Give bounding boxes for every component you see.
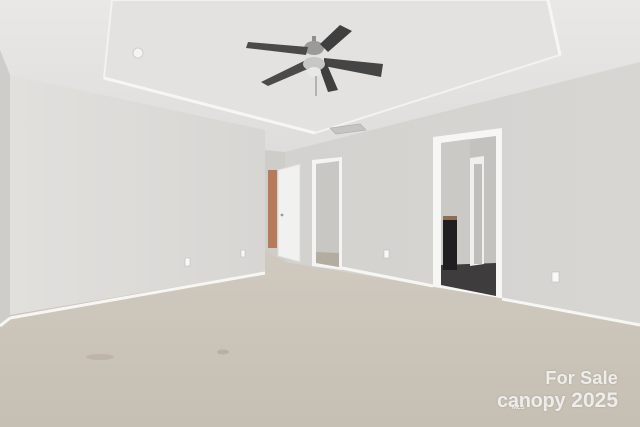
- room-scene: [0, 0, 640, 427]
- closet-interior: [316, 161, 339, 267]
- for-sale-label: For Sale: [545, 368, 618, 388]
- listing-watermark: For Sale canopy 2025 MLS: [458, 368, 618, 413]
- smoke-detector-icon: [132, 47, 144, 59]
- left-edge-wall: [0, 50, 10, 325]
- outlet-icon: [184, 257, 191, 267]
- mls-label: MLS: [512, 405, 525, 411]
- watermark-year: 2025: [571, 389, 618, 412]
- outlet-icon: [383, 249, 390, 259]
- vanity: [443, 218, 457, 270]
- brand-name: canopy: [497, 390, 566, 412]
- outlet-icon: [551, 271, 560, 283]
- brand-line: canopy 2025: [458, 389, 618, 413]
- outlet-icon: [240, 249, 246, 258]
- open-door: [277, 163, 301, 263]
